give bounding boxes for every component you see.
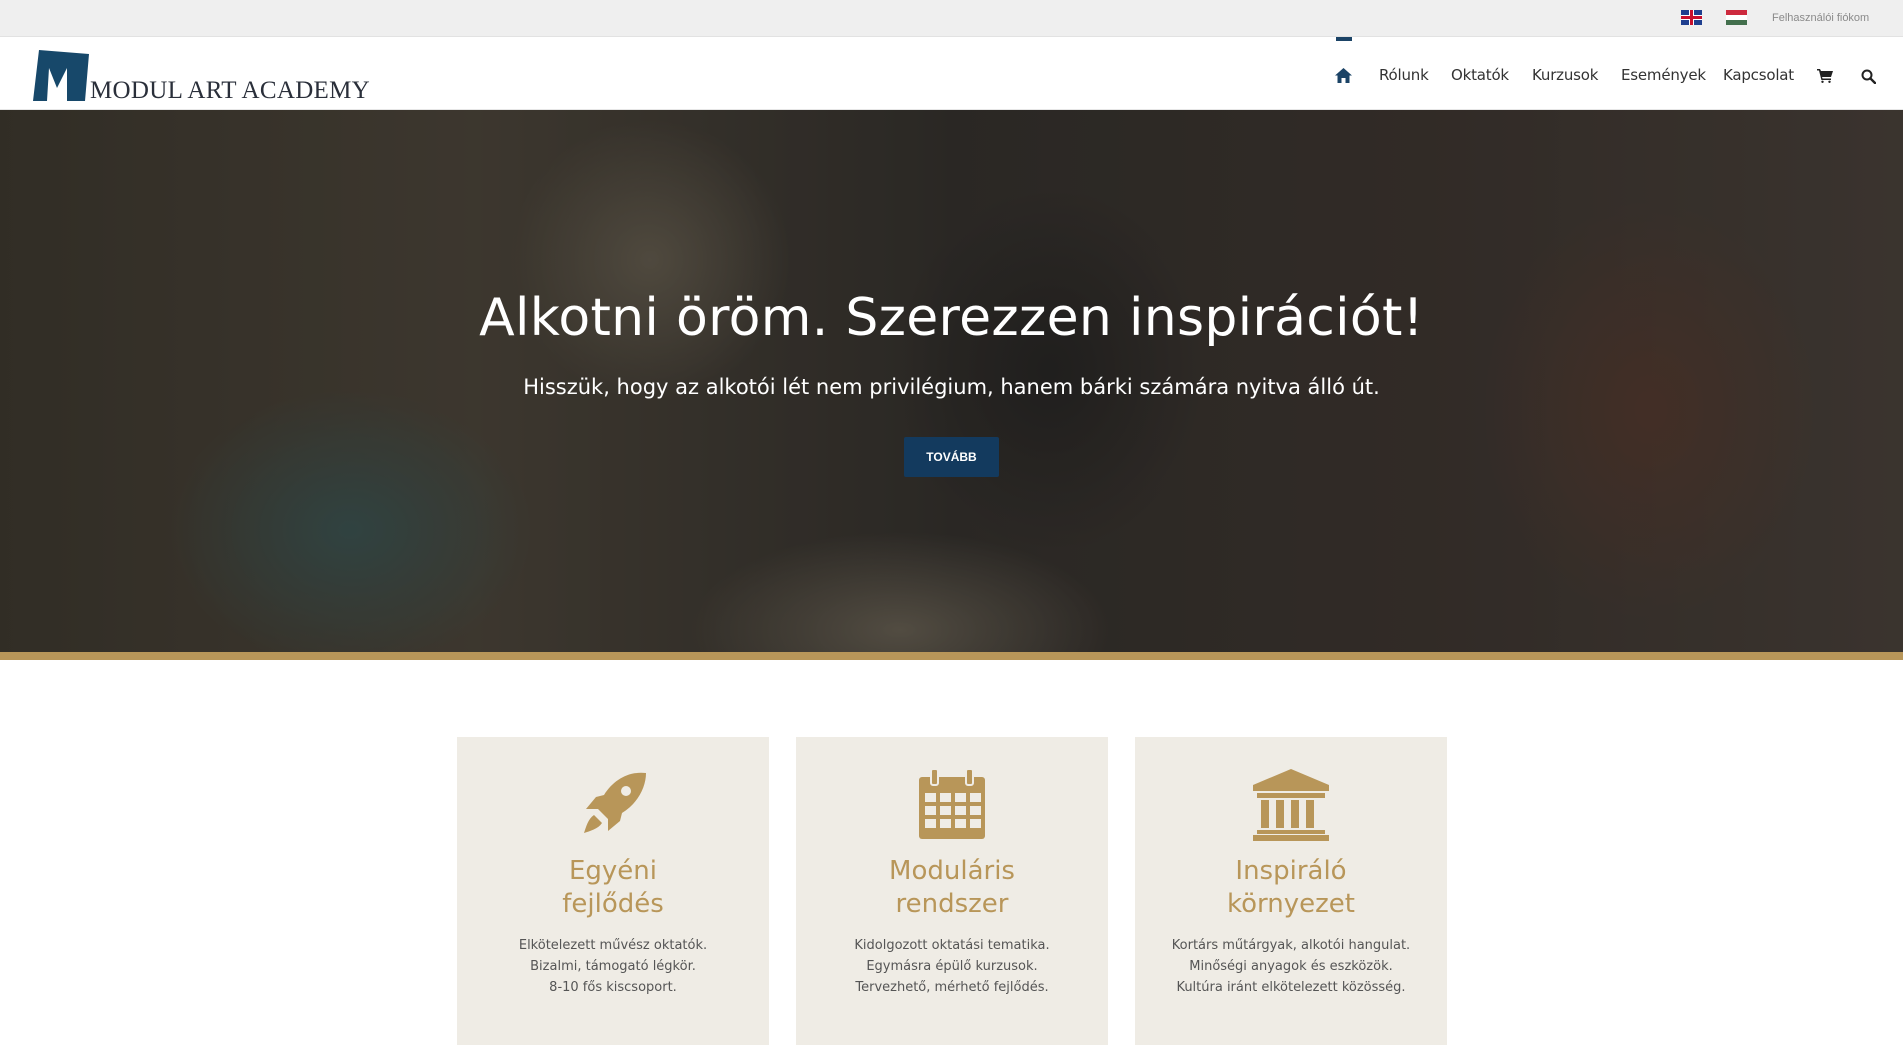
feature-card-modularis-rendszer: Moduláris rendszer Kidolgozott oktatási t… — [796, 737, 1108, 1045]
calendar-icon — [919, 769, 985, 839]
search-icon[interactable] — [1861, 69, 1876, 84]
logo-text[interactable]: MODUL ART ACADEMY — [90, 77, 370, 105]
rocket-icon — [584, 772, 646, 833]
feature-title: Moduláris rendszer — [889, 856, 1015, 919]
feature-title: Inspiráló környezet — [1227, 856, 1355, 919]
feature-description: Elkötelezett művész oktatók. Bizalmi, tám… — [518, 938, 708, 995]
cart-icon[interactable] — [1817, 69, 1833, 83]
active-indicator — [1336, 37, 1352, 41]
english-flag-icon[interactable] — [1681, 10, 1702, 25]
hero-banner: Alkotni öröm. Szerezzen inspirációt! His… — [0, 110, 1903, 652]
nav-item-esemenyek[interactable]: Események — [1621, 66, 1706, 84]
nav-item-kapcsolat[interactable]: Kapcsolat — [1723, 66, 1794, 84]
feature-card-egyeni-fejlodes: Egyéni fejlődés Elkötelezett művész oktat… — [457, 737, 769, 1045]
nav-item-kurzusok[interactable]: Kurzusok — [1532, 66, 1598, 84]
nav-item-rolunk[interactable]: Rólunk — [1379, 66, 1429, 84]
tovabb-button[interactable]: TOVÁBB — [904, 437, 999, 477]
nav-item-oktatok[interactable]: Oktatók — [1451, 66, 1509, 84]
institution-icon — [1253, 769, 1329, 841]
feature-description: Kortárs műtárgyak, alkotói hangulat. Minő… — [1171, 938, 1411, 995]
top-utility-bar: Felhasználói fiókom — [0, 0, 1903, 37]
home-icon[interactable] — [1335, 68, 1352, 83]
logo-mark-icon[interactable] — [31, 48, 91, 103]
feature-title: Egyéni fejlődés — [562, 856, 664, 919]
feature-description: Kidolgozott oktatási tematika. Egymásra é… — [854, 938, 1050, 995]
hero-title: Alkotni öröm. Szerezzen inspirációt! — [479, 288, 1424, 348]
account-link[interactable]: Felhasználói fiókom — [1772, 12, 1869, 24]
hero-subtitle: Hisszük, hogy az alkotói lét nem privilé… — [523, 375, 1380, 399]
feature-card-inspiralo-kornyezet: Inspiráló környezet Kortárs műtárgyak, al… — [1135, 737, 1447, 1045]
hungarian-flag-icon[interactable] — [1726, 10, 1747, 25]
gold-divider — [0, 652, 1903, 660]
